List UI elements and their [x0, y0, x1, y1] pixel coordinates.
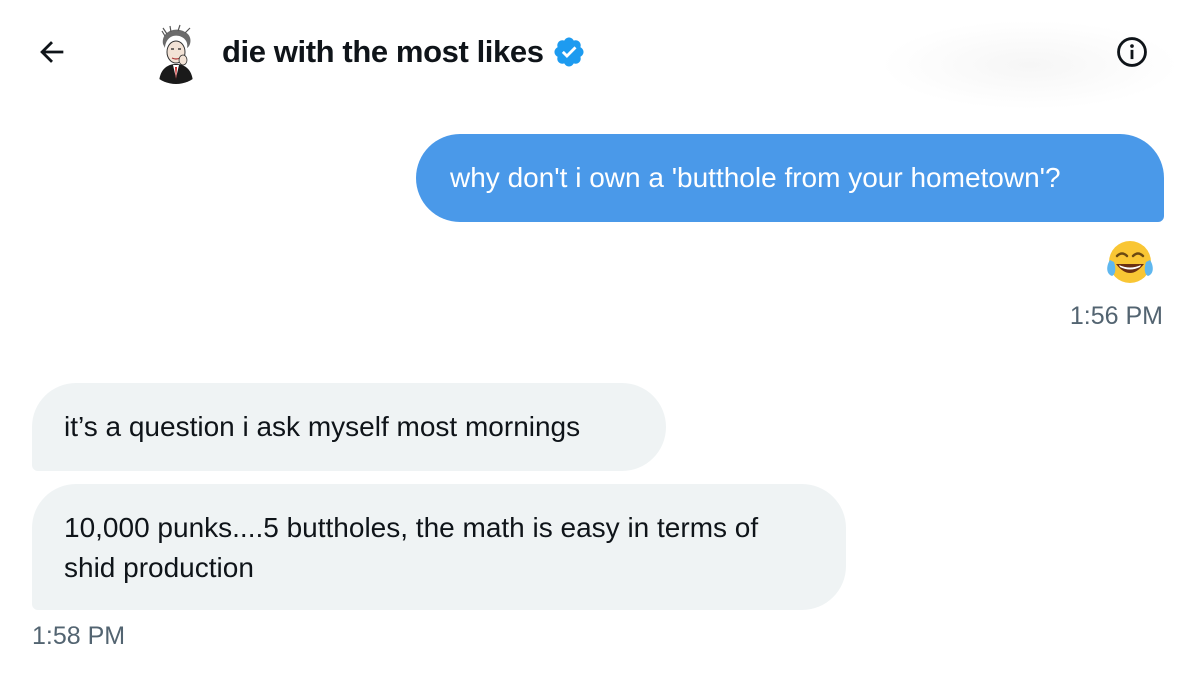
message-text: 10,000 punks....5 buttholes, the math is…	[64, 512, 759, 583]
back-button[interactable]	[30, 30, 74, 74]
info-button[interactable]	[1110, 30, 1154, 74]
avatar[interactable]	[145, 22, 207, 84]
page-title: die with the most likes	[222, 34, 544, 69]
reaction-emoji[interactable]	[1104, 236, 1156, 288]
verified-badge-icon	[552, 35, 586, 69]
received-message-bubble[interactable]: 10,000 punks....5 buttholes, the math is…	[32, 484, 846, 610]
arrow-left-icon	[40, 41, 64, 63]
face-with-tears-of-joy-icon	[1107, 241, 1153, 283]
conversation-header[interactable]: die with the most likes	[222, 30, 586, 74]
received-message-bubble[interactable]: it’s a question i ask myself most mornin…	[32, 383, 666, 471]
info-icon	[1117, 37, 1147, 67]
message-timestamp: 1:56 PM	[1069, 302, 1163, 330]
sent-message-bubble[interactable]: why don't i own a 'butthole from your ho…	[416, 134, 1164, 222]
message-text: why don't i own a 'butthole from your ho…	[450, 162, 1061, 193]
message-text: it’s a question i ask myself most mornin…	[64, 411, 581, 442]
avatar-illustration	[145, 22, 207, 84]
dm-conversation: die with the most likes why don't i own …	[0, 0, 1196, 690]
message-timestamp: 1:58 PM	[32, 622, 126, 650]
